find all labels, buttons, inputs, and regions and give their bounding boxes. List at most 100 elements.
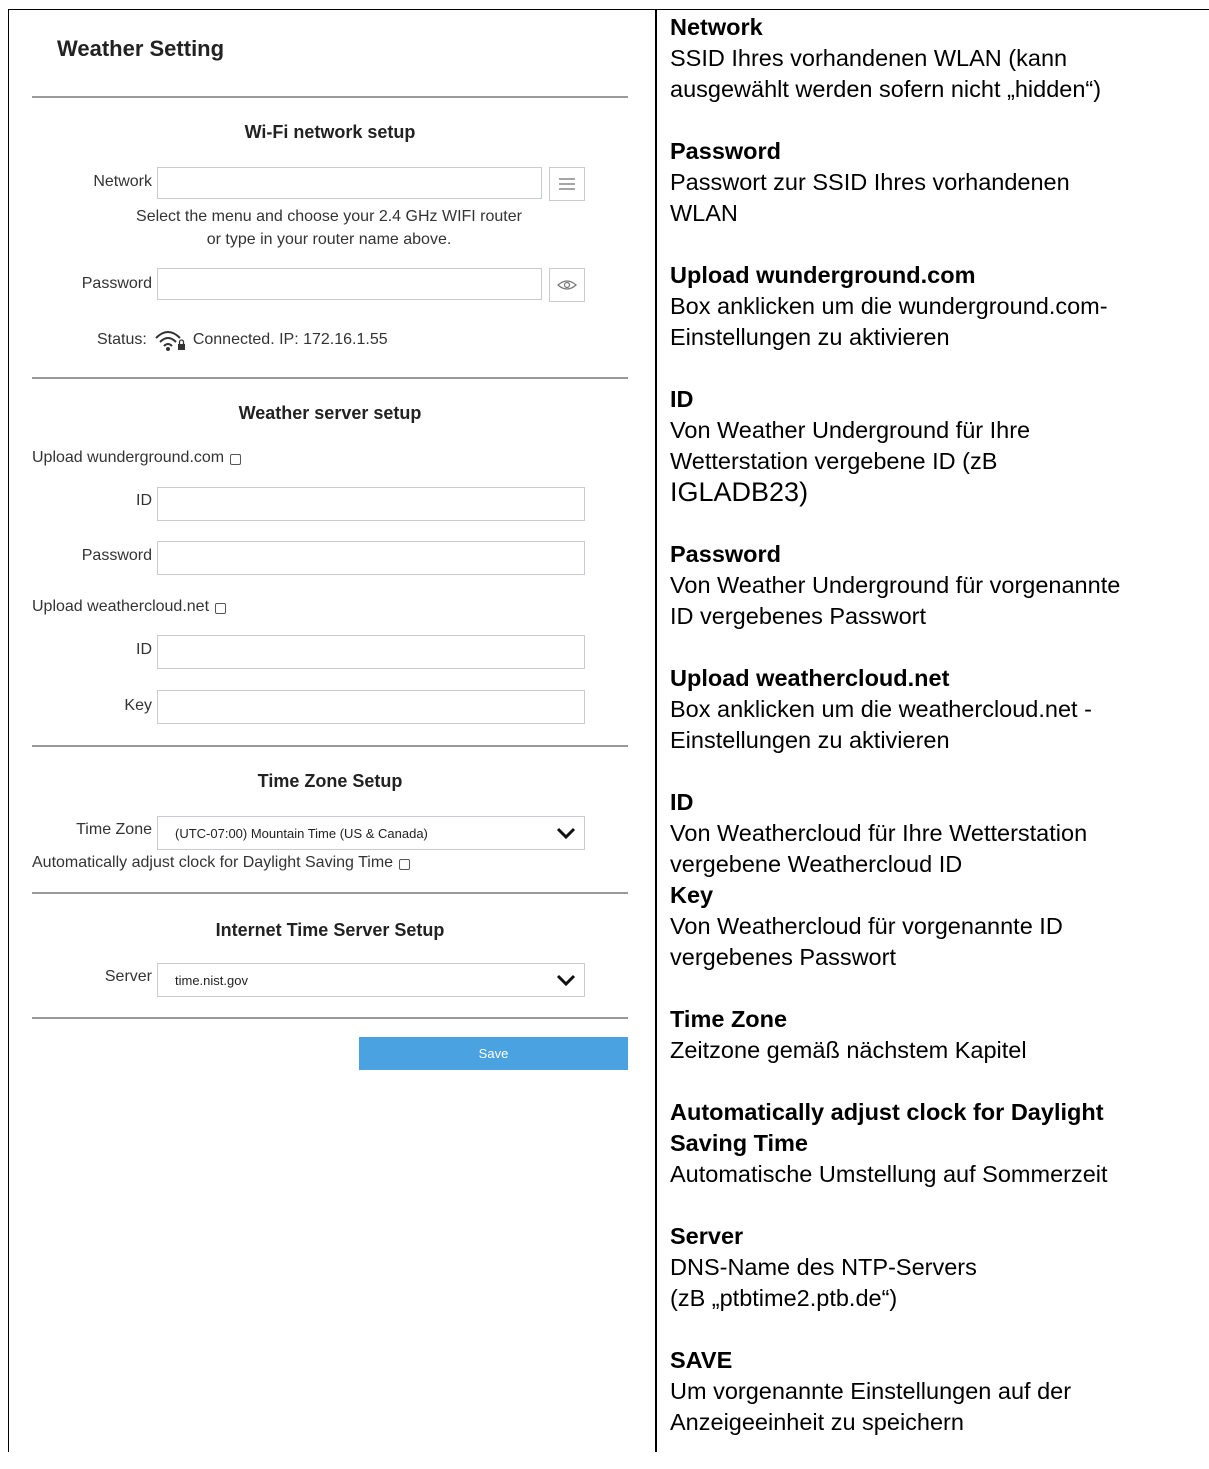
desc-upload-wunderground: Upload wunderground.com Box anklicken um… (670, 260, 1200, 353)
desc-text: IGLADB23) (670, 477, 809, 507)
desc-text: Von Weather Underground für vorgenannte (670, 572, 1121, 598)
wifi-section-title: Wi-Fi network setup (244, 122, 416, 142)
status-text: Connected. IP: 172.16.1.55 (192, 331, 388, 348)
timezone-section-title: Time Zone Setup (257, 771, 403, 791)
desc-save: SAVE Um vorgenannte Einstellungen auf de… (670, 1345, 1200, 1438)
desc-text: ausgewählt werden sofern nicht „hidden“) (670, 76, 1102, 102)
divider (32, 1017, 628, 1019)
wu-password-input[interactable] (157, 541, 585, 575)
wunderground-checkbox-label: Upload wunderground.com (32, 449, 225, 466)
timezone-label: Time Zone (76, 821, 152, 838)
menu-icon (559, 178, 575, 190)
desc-heading: Server (670, 1223, 744, 1249)
desc-heading: ID (670, 386, 694, 412)
save-button[interactable]: Save (359, 1037, 628, 1070)
timezone-selected-value: (UTC-07:00) Mountain Time (US & Canada) (175, 825, 428, 841)
desc-text: Zeitzone gemäß nächstem Kapitel (670, 1037, 1027, 1063)
desc-text: WLAN (670, 200, 738, 226)
desc-heading: Network (670, 14, 763, 40)
eye-icon (557, 280, 577, 290)
wc-id-input[interactable] (157, 635, 585, 669)
dst-checkbox-label: Automatically adjust clock for Daylight … (32, 854, 394, 871)
desc-heading: Automatically adjust clock for Daylight (670, 1099, 1104, 1125)
desc-dst: Automatically adjust clock for Daylight … (670, 1097, 1200, 1190)
wu-id-input[interactable] (157, 487, 585, 521)
desc-text: Box anklicken um die weathercloud.net - (670, 696, 1092, 722)
wifi-lock-icon (155, 331, 185, 351)
password-reveal-button[interactable] (549, 268, 585, 302)
desc-text: Einstellungen zu aktivieren (670, 324, 950, 350)
dst-checkbox-row[interactable]: Automatically adjust clock for Daylight … (32, 854, 411, 872)
wu-password-label: Password (81, 547, 152, 564)
network-label: Network (93, 173, 152, 190)
server-selected-value: time.nist.gov (175, 972, 248, 988)
desc-heading: ID (670, 789, 694, 815)
wifi-password-label: Password (81, 275, 152, 292)
desc-upload-weathercloud: Upload weathercloud.net Box anklicken um… (670, 663, 1200, 756)
wc-key-label: Key (124, 697, 152, 714)
divider (32, 96, 628, 98)
desc-server: Server DNS-Name des NTP-Servers (zB „ptb… (670, 1221, 1200, 1314)
desc-wc-id: ID Von Weathercloud für Ihre Wetterstati… (670, 787, 1200, 880)
desc-text: (zB „ptbtime2.ptb.de“) (670, 1285, 898, 1311)
network-hint-line2: or type in your router name above. (206, 231, 452, 248)
wc-id-label: ID (136, 641, 152, 658)
desc-heading: Password (670, 138, 782, 164)
connection-status: Status: Connected. IP: 172.16.1.55 (97, 328, 388, 352)
ntp-section-title: Internet Time Server Setup (215, 920, 445, 940)
desc-text: Von Weather Underground für Ihre (670, 417, 1031, 443)
status-label: Status: (97, 331, 147, 348)
desc-network: Network SSID Ihres vorhandenen WLAN (kan… (670, 12, 1200, 105)
desc-wc-key: Key Von Weathercloud für vorgenannte ID … (670, 880, 1200, 973)
desc-text: Von Weathercloud für vorgenannte ID (670, 913, 1063, 939)
divider (32, 745, 628, 747)
desc-heading: Upload wunderground.com (670, 262, 976, 288)
weather-settings-panel: Weather Setting Wi-Fi network setup Netw… (32, 0, 628, 1100)
wc-key-input[interactable] (157, 690, 585, 724)
desc-text: Anzeigeeinheit zu speichern (670, 1409, 964, 1435)
desc-text: DNS-Name des NTP-Servers (670, 1254, 977, 1280)
desc-heading: Time Zone (670, 1006, 788, 1032)
wunderground-checkbox[interactable] (230, 454, 242, 465)
chevron-down-icon (556, 974, 576, 987)
weathercloud-checkbox[interactable] (215, 603, 227, 614)
chevron-down-icon (556, 827, 576, 840)
server-select[interactable]: time.nist.gov (157, 963, 585, 997)
desc-heading: Upload weathercloud.net (670, 665, 950, 691)
desc-text: SSID Ihres vorhandenen WLAN (kann (670, 45, 1068, 71)
wifi-password-input[interactable] (157, 268, 542, 300)
desc-heading: Password (670, 541, 782, 567)
desc-text: Passwort zur SSID Ihres vorhandenen (670, 169, 1070, 195)
desc-text: Wetterstation vergebene ID (zB (670, 448, 998, 474)
wu-id-label: ID (136, 492, 152, 509)
desc-text: vergebenes Passwort (670, 944, 896, 970)
desc-text: Von Weathercloud für Ihre Wetterstation (670, 820, 1088, 846)
timezone-select[interactable]: (UTC-07:00) Mountain Time (US & Canada) (157, 816, 585, 850)
wunderground-checkbox-row[interactable]: Upload wunderground.com (32, 449, 242, 467)
divider (32, 377, 628, 379)
desc-text: Um vorgenannte Einstellungen auf der (670, 1378, 1072, 1404)
desc-text: Box anklicken um die wunderground.com- (670, 293, 1108, 319)
desc-time-zone: Time Zone Zeitzone gemäß nächstem Kapite… (670, 1004, 1200, 1066)
weathercloud-checkbox-label: Upload weathercloud.net (32, 598, 210, 615)
server-label: Server (104, 968, 152, 985)
weathercloud-checkbox-row[interactable]: Upload weathercloud.net (32, 598, 227, 616)
desc-text: Automatische Umstellung auf Sommerzeit (670, 1161, 1108, 1187)
desc-heading: SAVE (670, 1347, 733, 1373)
page-title: Weather Setting (57, 36, 225, 61)
desc-heading: Key (670, 882, 714, 908)
dst-checkbox[interactable] (399, 859, 411, 870)
weather-section-title: Weather server setup (238, 403, 422, 423)
network-input[interactable] (157, 167, 542, 199)
desc-password: Password Passwort zur SSID Ihres vorhand… (670, 136, 1200, 229)
desc-wu-id: ID Von Weather Underground für Ihre Wett… (670, 384, 1200, 508)
network-hint-line1: Select the menu and choose your 2.4 GHz … (136, 208, 522, 225)
desc-text: ID vergebenes Passwort (670, 603, 927, 629)
desc-text: vergebene Weathercloud ID (670, 851, 963, 877)
field-descriptions: Network SSID Ihres vorhandenen WLAN (kan… (670, 12, 1200, 1469)
desc-wu-password: Password Von Weather Underground für vor… (670, 539, 1200, 632)
desc-heading: Saving Time (670, 1130, 809, 1156)
network-menu-button[interactable] (549, 167, 585, 201)
column-divider (655, 9, 657, 1452)
divider (32, 892, 628, 894)
